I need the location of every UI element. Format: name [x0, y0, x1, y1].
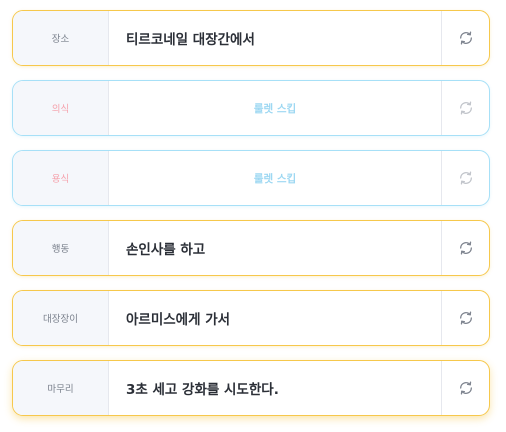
refresh-icon — [459, 31, 472, 45]
roulette-row-place: 장소 티르코네일 대장간에서 — [12, 10, 490, 66]
row-category-label: 마무리 — [13, 361, 109, 415]
roulette-list: 장소 티르코네일 대장간에서 의식 룰렛 스킵 용식 룰렛 스킵 행동 손인사를… — [0, 0, 506, 432]
roulette-row-action: 행동 손인사를 하고 — [12, 220, 490, 276]
row-value-text: 룰렛 스킵 — [109, 81, 442, 135]
roulette-row-food: 용식 룰렛 스킵 — [12, 150, 490, 206]
refresh-icon — [459, 171, 472, 185]
reroll-button[interactable] — [442, 361, 489, 415]
roulette-row-finish: 마무리 3초 세고 강화를 시도한다. — [12, 360, 490, 416]
roulette-row-ritual: 의식 룰렛 스킵 — [12, 80, 490, 136]
refresh-icon — [459, 381, 472, 395]
row-value-text: 아르미스에게 가서 — [109, 291, 442, 345]
row-value-text: 3초 세고 강화를 시도한다. — [109, 361, 442, 415]
row-category-label: 용식 — [13, 151, 109, 205]
row-category-label: 장소 — [13, 11, 109, 65]
refresh-icon — [459, 101, 472, 115]
row-category-label: 행동 — [13, 221, 109, 275]
roulette-row-blacksmith: 대장장이 아르미스에게 가서 — [12, 290, 490, 346]
row-category-label: 의식 — [13, 81, 109, 135]
reroll-button[interactable] — [442, 151, 489, 205]
row-value-text: 손인사를 하고 — [109, 221, 442, 275]
reroll-button[interactable] — [442, 81, 489, 135]
reroll-button[interactable] — [442, 291, 489, 345]
refresh-icon — [459, 241, 472, 255]
reroll-button[interactable] — [442, 221, 489, 275]
refresh-icon — [459, 311, 472, 325]
row-value-text: 룰렛 스킵 — [109, 151, 442, 205]
reroll-button[interactable] — [442, 11, 489, 65]
row-value-text: 티르코네일 대장간에서 — [109, 11, 442, 65]
row-category-label: 대장장이 — [13, 291, 109, 345]
